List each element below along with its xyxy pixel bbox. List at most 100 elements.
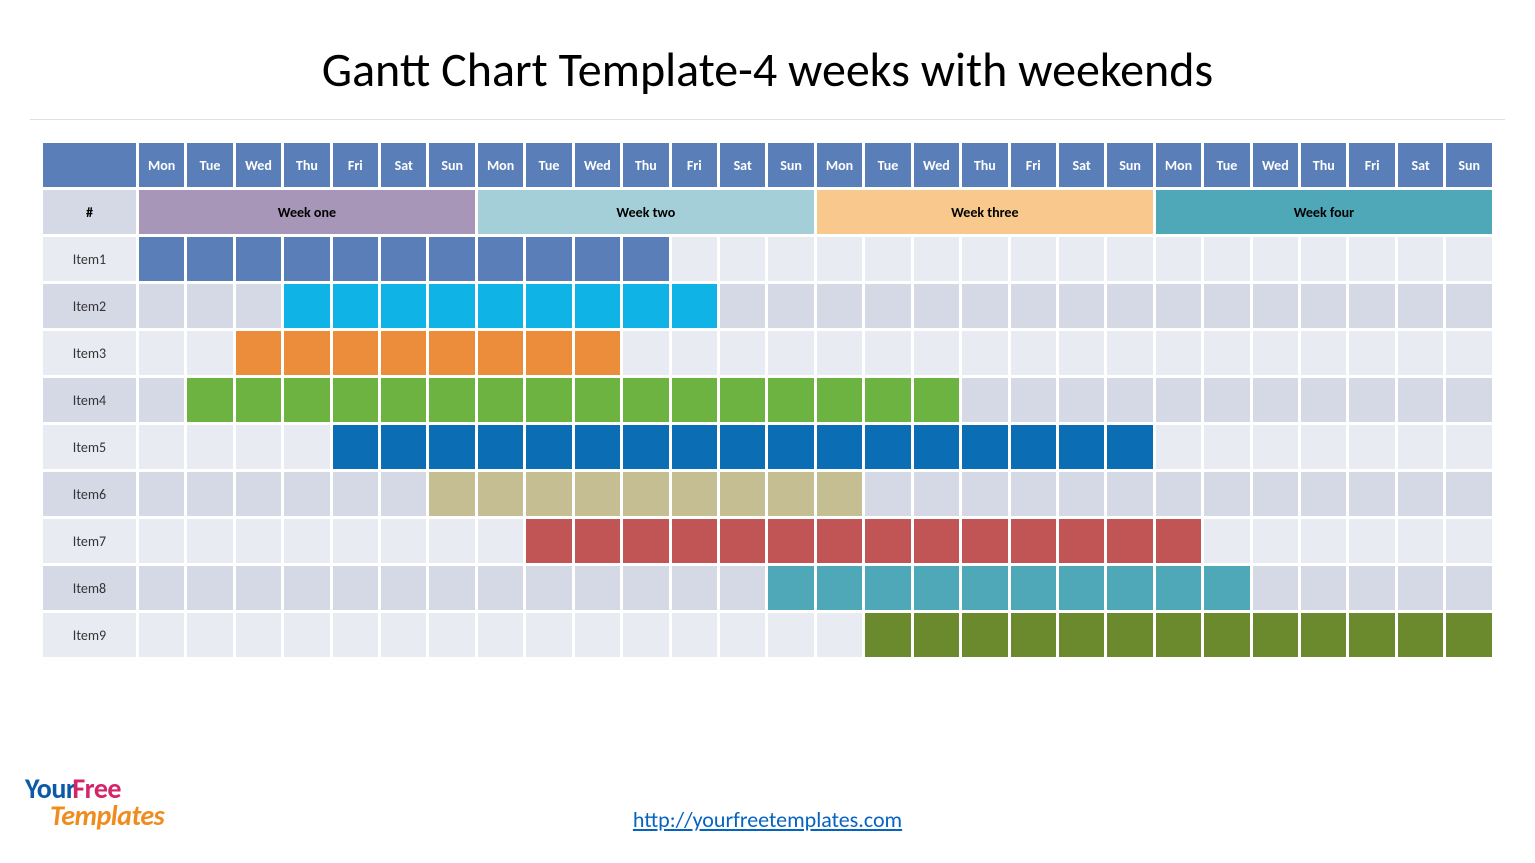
gantt-cell (236, 472, 281, 516)
footer-link[interactable]: http://yourfreetemplates.com (0, 806, 1535, 833)
gantt-cell (1107, 566, 1152, 610)
gantt-cell (187, 237, 232, 281)
gantt-cell (1446, 519, 1492, 563)
gantt-cell (1398, 284, 1443, 328)
gantt-cell (914, 331, 959, 375)
gantt-cell (575, 331, 620, 375)
gantt-cell (672, 378, 717, 422)
gantt-cell (962, 472, 1007, 516)
gantt-cell (865, 284, 910, 328)
gantt-cell (962, 378, 1007, 422)
day-header: Thu (1301, 143, 1346, 187)
day-header: Wed (914, 143, 959, 187)
gantt-cell (720, 237, 765, 281)
gantt-cell (914, 284, 959, 328)
day-header: Mon (1156, 143, 1201, 187)
gantt-cell (187, 472, 232, 516)
gantt-cell (139, 425, 184, 469)
gantt-cell (236, 613, 281, 657)
gantt-cell (1349, 472, 1394, 516)
gantt-cell (768, 331, 813, 375)
gantt-cell (672, 284, 717, 328)
gantt-cell (187, 378, 232, 422)
gantt-cell (236, 331, 281, 375)
gantt-row: Item8 (43, 566, 1492, 610)
gantt-cell (1301, 237, 1346, 281)
day-header: Sat (1059, 143, 1104, 187)
day-header: Sat (720, 143, 765, 187)
gantt-cell (1156, 237, 1201, 281)
gantt-cell (768, 425, 813, 469)
page-title: Gantt Chart Template-4 weeks with weeken… (0, 0, 1535, 119)
item-label: Item5 (43, 425, 136, 469)
day-header: Mon (817, 143, 862, 187)
day-header: Tue (526, 143, 571, 187)
gantt-cell (333, 378, 378, 422)
gantt-cell (623, 331, 668, 375)
gantt-cell (139, 237, 184, 281)
gantt-cell (1011, 472, 1056, 516)
gantt-cell (865, 331, 910, 375)
day-header: Sat (1398, 143, 1443, 187)
gantt-cell (768, 284, 813, 328)
gantt-cell (1204, 378, 1249, 422)
gantt-cell (914, 566, 959, 610)
gantt-cell (1301, 284, 1346, 328)
gantt-cell (1301, 613, 1346, 657)
gantt-cell (865, 378, 910, 422)
gantt-cell (526, 566, 571, 610)
day-header: Tue (187, 143, 232, 187)
gantt-cell (1446, 378, 1492, 422)
logo-part3: Templates (50, 798, 164, 833)
week-header: Week four (1156, 190, 1492, 234)
day-header: Tue (1204, 143, 1249, 187)
gantt-cell (623, 566, 668, 610)
gantt-cell (381, 331, 426, 375)
gantt-cell (672, 237, 717, 281)
gantt-cell (187, 331, 232, 375)
gantt-cell (1107, 237, 1152, 281)
gantt-cell (962, 425, 1007, 469)
gantt-cell (1446, 425, 1492, 469)
gantt-cell (1107, 519, 1152, 563)
gantt-cell (914, 613, 959, 657)
gantt-cell (1011, 613, 1056, 657)
gantt-cell (478, 237, 523, 281)
gantt-row: Item1 (43, 237, 1492, 281)
gantt-cell (478, 613, 523, 657)
gantt-cell (1059, 237, 1104, 281)
gantt-cell (962, 519, 1007, 563)
gantt-cell (139, 472, 184, 516)
gantt-cell (1301, 331, 1346, 375)
gantt-cell (1349, 519, 1394, 563)
gantt-chart: MonTueWedThuFriSatSunMonTueWedThuFriSatS… (40, 140, 1495, 660)
gantt-cell (1398, 237, 1443, 281)
gantt-cell (1107, 378, 1152, 422)
gantt-cell (575, 566, 620, 610)
gantt-cell (768, 566, 813, 610)
gantt-cell (139, 566, 184, 610)
gantt-cell (1398, 519, 1443, 563)
gantt-cell (333, 237, 378, 281)
gantt-cell (1301, 425, 1346, 469)
gantt-cell (1156, 425, 1201, 469)
gantt-cell (1349, 378, 1394, 422)
gantt-cell (284, 566, 329, 610)
gantt-cell (817, 237, 862, 281)
week-header: Week three (817, 190, 1153, 234)
gantt-cell (1156, 331, 1201, 375)
gantt-cell (720, 613, 765, 657)
gantt-cell (236, 519, 281, 563)
gantt-cell (381, 519, 426, 563)
gantt-cell (623, 425, 668, 469)
gantt-cell (139, 331, 184, 375)
gantt-row: Item9 (43, 613, 1492, 657)
gantt-cell (478, 284, 523, 328)
gantt-cell (575, 237, 620, 281)
gantt-cell (526, 519, 571, 563)
gantt-row: Item3 (43, 331, 1492, 375)
week-header: Week two (478, 190, 814, 234)
gantt-cell (381, 566, 426, 610)
gantt-cell (623, 237, 668, 281)
gantt-cell (1204, 284, 1249, 328)
